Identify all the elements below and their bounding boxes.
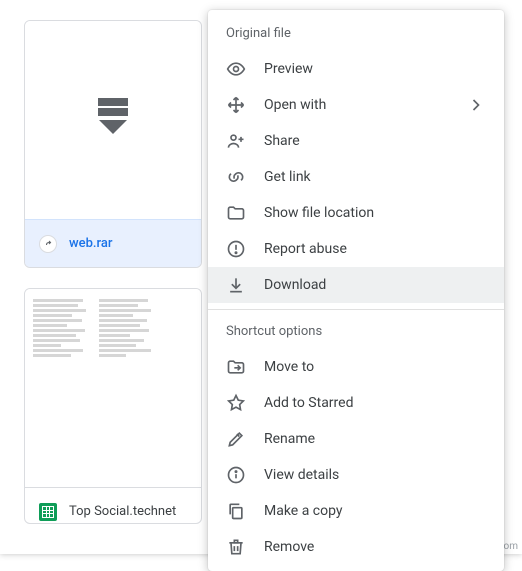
file-thumbnail — [25, 21, 201, 219]
menu-get-link[interactable]: Get link — [208, 159, 504, 195]
menu-share[interactable]: Share — [208, 123, 504, 159]
move-to-icon — [226, 357, 246, 377]
menu-label: Report abuse — [264, 241, 486, 257]
menu-label: Remove — [264, 539, 486, 555]
file-card-footer: web.rar — [25, 219, 201, 267]
file-name: web.rar — [69, 236, 113, 251]
trash-icon — [226, 537, 246, 557]
open-with-icon — [226, 95, 246, 115]
menu-label: Add to Starred — [264, 395, 486, 411]
share-person-icon — [226, 131, 246, 151]
file-card-topsocial[interactable]: Top Social.technet — [24, 288, 202, 524]
sheets-icon — [37, 501, 59, 523]
menu-preview[interactable]: Preview — [208, 51, 504, 87]
chevron-right-icon — [466, 95, 486, 115]
menu-open-with[interactable]: Open with — [208, 87, 504, 123]
star-icon — [226, 393, 246, 413]
file-thumbnail — [25, 289, 201, 487]
menu-move-to[interactable]: Move to — [208, 349, 504, 385]
menu-rename[interactable]: Rename — [208, 421, 504, 457]
menu-label: Rename — [264, 431, 486, 447]
shortcut-icon — [37, 233, 59, 255]
section-label-original-file: Original file — [208, 18, 504, 51]
drive-file-grid: web.rar — [0, 0, 522, 554]
menu-report-abuse[interactable]: Report abuse — [208, 231, 504, 267]
eye-icon — [226, 59, 246, 79]
menu-view-details[interactable]: View details — [208, 457, 504, 493]
rename-icon — [226, 429, 246, 449]
menu-label: Share — [264, 133, 486, 149]
divider — [208, 309, 504, 310]
copy-icon — [226, 501, 246, 521]
menu-label: Make a copy — [264, 503, 486, 519]
menu-download[interactable]: Download — [208, 267, 504, 303]
menu-label: Move to — [264, 359, 486, 375]
archive-icon — [91, 98, 135, 142]
file-card-webrar[interactable]: web.rar — [24, 20, 202, 268]
menu-make-a-copy[interactable]: Make a copy — [208, 493, 504, 529]
file-name: Top Social.technet — [69, 504, 176, 519]
menu-label: Open with — [264, 97, 448, 113]
report-icon — [226, 239, 246, 259]
menu-label: Get link — [264, 169, 486, 185]
section-label-shortcut-options: Shortcut options — [208, 316, 504, 349]
download-icon — [226, 275, 246, 295]
menu-label: View details — [264, 467, 486, 483]
menu-label: Preview — [264, 61, 486, 77]
context-menu: Original file Preview Open with Share — [208, 10, 504, 571]
menu-remove[interactable]: Remove — [208, 529, 504, 565]
link-icon — [226, 167, 246, 187]
folder-icon — [226, 203, 246, 223]
menu-show-file-location[interactable]: Show file location — [208, 195, 504, 231]
info-icon — [226, 465, 246, 485]
file-card-footer: Top Social.technet — [25, 487, 201, 524]
menu-label: Download — [264, 277, 486, 293]
menu-add-to-starred[interactable]: Add to Starred — [208, 385, 504, 421]
menu-label: Show file location — [264, 205, 486, 221]
